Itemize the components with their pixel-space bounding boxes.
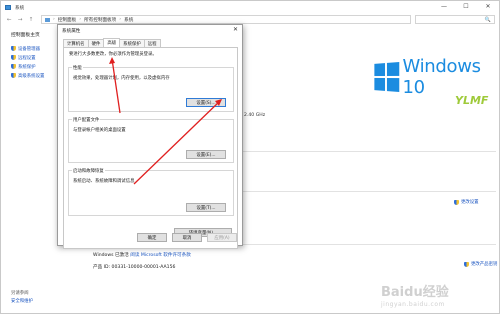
group-description: 与登录帐户相关的桌面设置	[73, 128, 126, 133]
group-description: 视觉效果，处理器计划，内存使用，以及虚拟内存	[73, 76, 170, 81]
tab-system-protection[interactable]: 系统保护	[119, 39, 145, 47]
window-title: 系统	[15, 5, 25, 11]
shield-icon	[464, 261, 469, 267]
tab-computer-name[interactable]: 计算机名	[63, 39, 89, 47]
tab-remote[interactable]: 远程	[143, 39, 161, 47]
up-arrow-icon[interactable]: ↑	[28, 17, 34, 23]
breadcrumb-all-items[interactable]: 所有控制面板项	[84, 17, 116, 23]
activation-status: Windows 已激活 阅读 Microsoft 软件许可条款	[93, 252, 191, 258]
breadcrumb-separator: ›	[119, 17, 122, 22]
oem-logo: YLMF	[455, 94, 489, 107]
windows-flag-icon	[374, 62, 399, 92]
search-input[interactable]: 🔍	[415, 15, 495, 24]
tab-hardware[interactable]: 硬件	[87, 39, 105, 47]
breadcrumb-separator: ›	[53, 17, 55, 22]
change-settings-link[interactable]: 更改设置	[454, 199, 479, 205]
sidebar-item-label: 高级系统设置	[18, 73, 45, 79]
divider	[243, 151, 496, 152]
shield-icon	[11, 73, 16, 78]
windows-logo: Windows 10	[373, 56, 499, 98]
back-arrow-icon[interactable]: ←	[6, 17, 12, 23]
license-terms-link[interactable]: 阅读 Microsoft 软件许可条款	[130, 253, 191, 258]
watermark-main: Baidu经验	[381, 285, 449, 300]
dialog-close-button[interactable]: ✕	[233, 26, 238, 33]
user-profiles-settings-button[interactable]: 设置(E)...	[186, 150, 226, 159]
maximize-button[interactable]: ☐	[461, 3, 471, 10]
close-button[interactable]: ✕	[483, 3, 493, 10]
sidebar-item-advanced-settings[interactable]: 高级系统设置	[11, 71, 59, 80]
shield-icon	[11, 64, 16, 69]
forward-arrow-icon[interactable]: →	[17, 17, 23, 23]
search-icon[interactable]: 🔍	[485, 17, 491, 23]
see-also-heading: 另请参阅	[11, 291, 29, 296]
sidebar-item-label: 远程设置	[18, 55, 36, 61]
sidebar-item-remote-settings[interactable]: 远程设置	[11, 53, 59, 62]
performance-settings-button[interactable]: 设置(S)...	[186, 98, 226, 107]
address-bar[interactable]: › 控制面板 › 所有控制面板项 › 系统	[41, 15, 411, 24]
change-product-key-link[interactable]: 更改产品密钥	[464, 261, 497, 267]
tab-advanced[interactable]: 高级	[103, 38, 121, 47]
shield-icon	[454, 199, 459, 205]
startup-recovery-settings-button[interactable]: 设置(T)...	[186, 203, 226, 212]
ok-button[interactable]: 确定	[137, 233, 167, 242]
dialog-title: 系统属性	[62, 28, 81, 34]
sidebar-item-system-protection[interactable]: 系统保护	[11, 62, 59, 71]
sidebar-item-device-manager[interactable]: 设备管理器	[11, 44, 59, 53]
windows-brand-text: Windows 10	[402, 56, 482, 98]
system-properties-dialog: 系统属性 ✕ 计算机名 硬件 高级 系统保护 远程 要进行大多数更改，你必须作为…	[57, 24, 243, 249]
control-panel-icon	[45, 17, 50, 22]
startup-recovery-group: 启动和故障恢复 系统启动、系统故障和调试信息 设置(T)...	[68, 168, 234, 216]
shield-icon	[11, 55, 16, 60]
group-title: 启动和故障恢复	[72, 168, 105, 174]
group-description: 系统启动、系统故障和调试信息	[73, 179, 135, 184]
security-maintenance-link[interactable]: 安全和维护	[11, 298, 71, 304]
breadcrumb-separator: ›	[79, 17, 82, 22]
advanced-tab-panel: 要进行大多数更改，你必须作为管理员登录。 性能 视觉效果，处理器计划，内存使用，…	[63, 47, 238, 249]
sidebar-home-link[interactable]: 控制面板主页	[11, 31, 59, 38]
title-bar: 系统 — ☐ ✕	[1, 1, 500, 14]
divider	[243, 244, 496, 245]
product-id: 产品 ID: 00331-10000-00001-AA156	[93, 265, 176, 270]
group-title: 性能	[72, 65, 83, 71]
group-title: 用户配置文件	[72, 117, 101, 123]
sidebar-item-label: 系统保护	[18, 64, 36, 70]
baidu-watermark: Baidu经验 jingyan.baidu.com	[381, 281, 496, 313]
watermark-sub: jingyan.baidu.com	[381, 301, 445, 308]
minimize-button[interactable]: —	[439, 3, 449, 10]
performance-group: 性能 视觉效果，处理器计划，内存使用，以及虚拟内存 设置(S)...	[68, 65, 234, 112]
apply-button[interactable]: 应用(A)	[207, 233, 237, 242]
admin-note: 要进行大多数更改，你必须作为管理员登录。	[69, 52, 157, 57]
change-key-label: 更改产品密钥	[471, 262, 498, 267]
system-icon	[5, 5, 11, 10]
activation-text: Windows 已激活	[93, 253, 129, 258]
breadcrumb-system[interactable]: 系统	[124, 17, 133, 23]
breadcrumb-control-panel[interactable]: 控制面板	[58, 17, 76, 23]
processor-speed: 2.40 GHz	[244, 113, 266, 118]
shield-icon	[11, 46, 16, 51]
change-settings-label: 更改设置	[461, 200, 479, 205]
dialog-tabs: 计算机名 硬件 高级 系统保护 远程	[63, 38, 161, 47]
sidebar-footer: 另请参阅 安全和维护	[11, 290, 71, 304]
sidebar: 控制面板主页 设备管理器 远程设置 系统保护 高级系统设置	[11, 31, 59, 80]
cancel-button[interactable]: 取消	[172, 233, 202, 242]
divider	[243, 191, 496, 192]
sidebar-item-label: 设备管理器	[18, 46, 40, 52]
user-profiles-group: 用户配置文件 与登录帐户相关的桌面设置 设置(E)...	[68, 117, 234, 163]
